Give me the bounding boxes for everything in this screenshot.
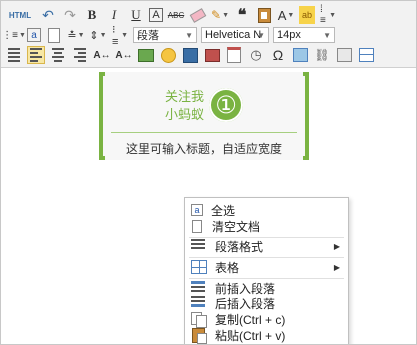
table-icon — [191, 260, 207, 274]
toolbar-row-2: ⋮≡ ▼ a ≛ ▼ ⇕ ▼ ⁝≡ ▼ 段落 ▼ Helvetica N ▼ 14px ▼ — [2, 24, 339, 48]
editor-toolbar: HTML ↶ ↷ B I U A ABC ✎ ▼ ❝ A ▼ ab ⁞≡ ▼ ⋮≡ ▼ — [1, 1, 416, 68]
menu-item-paragraph-format[interactable]: 段落格式 ▶ — [185, 238, 348, 254]
font-border-icon[interactable]: A — [149, 8, 163, 22]
menu-item-copy[interactable]: 复制(Ctrl + c) — [185, 311, 348, 328]
menu-item-label: 全选 — [211, 203, 236, 218]
toolbar-row-1: HTML ↶ ↷ B I U A ABC ✎ ▼ ❝ A ▼ ab ⁞≡ ▼ — [5, 4, 341, 26]
map-icon[interactable] — [291, 46, 309, 64]
font-size-select[interactable]: 14px ▼ — [273, 27, 335, 43]
paragraph-format-select[interactable]: 段落 ▼ — [133, 27, 197, 43]
text-direction-ltr-icon[interactable]: A↔ — [93, 46, 111, 64]
font-size-value: 14px — [277, 29, 301, 41]
line-height-icon[interactable]: ⁝≡ ▼ — [111, 24, 129, 48]
insert-date-icon[interactable] — [225, 46, 243, 64]
select-all-icon: a — [191, 204, 203, 216]
insert-time-icon[interactable]: ◷ — [247, 46, 265, 64]
menu-item-label: 段落格式 — [215, 239, 264, 254]
eraser-icon[interactable] — [189, 6, 207, 24]
paragraph-spacing-icon[interactable]: ≛ ▼ — [67, 26, 85, 44]
insert-after-icon — [191, 296, 207, 310]
align-left-icon[interactable] — [27, 46, 45, 64]
menu-item-clear-doc[interactable]: 清空文档 — [185, 218, 348, 234]
font-family-select[interactable]: Helvetica N ▼ — [201, 27, 269, 43]
special-char-icon[interactable]: Ω — [269, 46, 287, 64]
italic-icon[interactable]: I — [105, 6, 123, 24]
font-family-value: Helvetica N — [205, 29, 262, 41]
format-painter-icon[interactable]: ✎ ▼ — [211, 6, 229, 24]
insert-video-icon[interactable] — [203, 46, 221, 64]
select-all-icon[interactable]: a — [27, 28, 41, 42]
new-document-icon[interactable] — [45, 26, 63, 44]
card-title-line2: 小蚂蚁 — [165, 107, 205, 122]
card-subtitle: 这里可输入标题，自适应宽度 — [125, 142, 282, 156]
align-justify-icon[interactable] — [5, 46, 23, 64]
source-html-button[interactable]: HTML — [5, 6, 35, 24]
menu-item-table[interactable]: 表格 ▶ — [185, 259, 348, 275]
toolbar-row-3: A↔ A↔ ◷ Ω ⛓ — [5, 45, 379, 65]
row-spacing-icon[interactable]: ⇕ ▼ — [89, 26, 107, 44]
text-direction-rtl-icon[interactable]: A↔ — [115, 46, 133, 64]
align-center-icon[interactable] — [49, 46, 67, 64]
paragraph-format-value: 段落 — [137, 30, 159, 42]
card-title: 关注我 小蚂蚁 — [165, 88, 209, 124]
insert-image-icon[interactable] — [137, 46, 155, 64]
emoticon-icon[interactable] — [159, 46, 177, 64]
menu-item-insert-paragraph-after[interactable]: 后插入段落 — [185, 295, 348, 311]
menu-item-label: 复制(Ctrl + c) — [215, 312, 286, 327]
card-number-badge: ① — [209, 88, 243, 122]
copy-icon — [191, 312, 207, 328]
font-color-icon[interactable]: A ▼ — [277, 6, 295, 24]
menu-item-paste[interactable]: 粘贴(Ctrl + v) — [185, 327, 348, 344]
link-icon[interactable]: ⛓ — [313, 46, 331, 64]
unordered-list-icon[interactable]: ⋮≡ ▼ — [2, 26, 26, 44]
bold-icon[interactable]: B — [83, 6, 101, 24]
menu-item-label: 清空文档 — [212, 219, 261, 234]
strikethrough-icon[interactable]: ABC — [167, 6, 185, 24]
blockquote-icon[interactable]: ❝ — [233, 6, 251, 24]
save-icon[interactable] — [181, 46, 199, 64]
card-divider — [111, 132, 297, 133]
menu-item-label: 表格 — [215, 260, 240, 275]
paragraph-lines-icon — [191, 239, 207, 253]
submenu-arrow-icon: ▶ — [333, 241, 340, 251]
undo-icon[interactable]: ↶ — [39, 6, 57, 24]
context-menu: a 全选 清空文档 段落格式 ▶ 表格 ▶ 前插入段落 后插入段落 复制(Ctr… — [184, 197, 349, 344]
menu-item-label: 后插入段落 — [215, 296, 276, 311]
insert-before-icon — [191, 281, 207, 295]
card-title-line1: 关注我 — [165, 89, 205, 104]
highlight-icon[interactable]: ab — [299, 6, 315, 24]
ordered-list-icon[interactable]: ⁞≡ ▼ — [319, 4, 337, 26]
underline-icon[interactable]: U — [127, 6, 145, 24]
paste-icon — [191, 328, 207, 344]
blank-document-icon — [192, 219, 202, 233]
menu-item-label: 粘贴(Ctrl + v) — [215, 328, 286, 343]
title-card[interactable]: 关注我 小蚂蚁 ① 这里可输入标题，自适应宽度 — [99, 72, 309, 160]
code-icon[interactable] — [335, 46, 353, 64]
menu-item-select-all[interactable]: a 全选 — [185, 202, 348, 218]
redo-icon[interactable]: ↷ — [61, 6, 79, 24]
submenu-arrow-icon: ▶ — [333, 262, 340, 272]
align-right-icon[interactable] — [71, 46, 89, 64]
paste-plain-icon[interactable] — [255, 6, 273, 24]
insert-table-icon[interactable] — [357, 46, 375, 64]
rich-text-editor: HTML ↶ ↷ B I U A ABC ✎ ▼ ❝ A ▼ ab ⁞≡ ▼ ⋮≡ ▼ — [0, 0, 417, 345]
